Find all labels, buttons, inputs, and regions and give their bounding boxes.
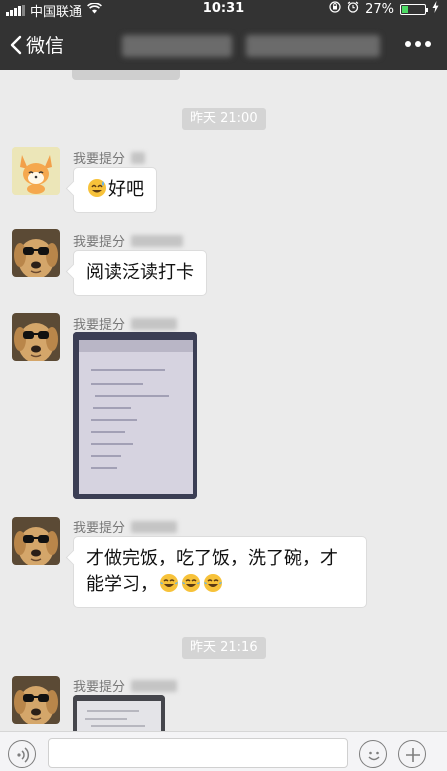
chat-header: 微信 [0, 18, 447, 70]
previous-message-edge [72, 70, 180, 80]
notebook-page-image [73, 332, 197, 499]
sender-name: 我要提分 [73, 314, 178, 333]
dog-sunglasses-avatar-icon [12, 229, 60, 277]
sender-name: 我要提分 [73, 676, 178, 695]
emoji-button[interactable] [359, 740, 387, 768]
voice-icon [17, 747, 30, 763]
avatar[interactable] [12, 229, 60, 277]
chat-title-redacted [122, 35, 232, 57]
dog-sunglasses-avatar-icon [12, 313, 60, 361]
smiley-icon [368, 751, 380, 761]
message-input-bar [0, 731, 447, 771]
sweat-smile-emoji-icon [87, 178, 107, 198]
back-label: 微信 [26, 35, 65, 57]
dog-sunglasses-avatar-icon [12, 676, 60, 724]
tears-of-joy-emoji-icon [181, 573, 201, 593]
back-button[interactable]: 微信 [10, 31, 64, 58]
battery-percent: 27% [365, 1, 394, 17]
lock-rotation-icon [329, 1, 341, 17]
battery-icon [400, 3, 428, 15]
chat-title-redacted-2 [246, 35, 380, 57]
sender-name: 我要提分 [73, 148, 146, 167]
dog-sunglasses-avatar-icon [12, 517, 60, 565]
screenshot-photo[interactable] [73, 695, 165, 731]
voice-input-button[interactable] [8, 740, 36, 768]
message-text-line-1: 才做完饭，吃了饭，洗了碗，才 [86, 548, 338, 569]
fox-avatar-icon [12, 147, 60, 195]
avatar[interactable] [12, 313, 60, 361]
message-text: 阅读泛读打卡 [86, 262, 194, 283]
message-bubble[interactable]: 才做完饭，吃了饭，洗了碗，才 能学习， [73, 536, 367, 608]
message-text-line-2: 能学习， [86, 572, 354, 598]
sender-name: 我要提分 [73, 517, 178, 536]
avatar[interactable] [12, 517, 60, 565]
alarm-icon [347, 1, 359, 17]
plus-icon [406, 748, 420, 762]
tears-of-joy-emoji-icon [159, 573, 179, 593]
status-bar: 中国联通 10:31 27% [0, 0, 447, 20]
more-options-button[interactable] [405, 41, 431, 47]
sender-name: 我要提分 [73, 231, 184, 250]
charging-icon [432, 1, 439, 17]
message-bubble[interactable]: 阅读泛读打卡 [73, 250, 207, 296]
tears-of-joy-emoji-icon [203, 573, 223, 593]
avatar[interactable] [12, 147, 60, 195]
more-functions-button[interactable] [398, 740, 426, 768]
homework-photo[interactable] [73, 332, 197, 499]
timestamp: 昨天 21:00 [182, 108, 266, 130]
message-text-field[interactable] [48, 738, 348, 768]
avatar[interactable] [12, 676, 60, 724]
screenshot-image [73, 695, 165, 731]
chevron-left-icon [10, 35, 22, 54]
timestamp: 昨天 21:16 [182, 637, 266, 659]
message-bubble[interactable]: 好吧 [73, 167, 157, 213]
message-text: 好吧 [108, 179, 144, 200]
